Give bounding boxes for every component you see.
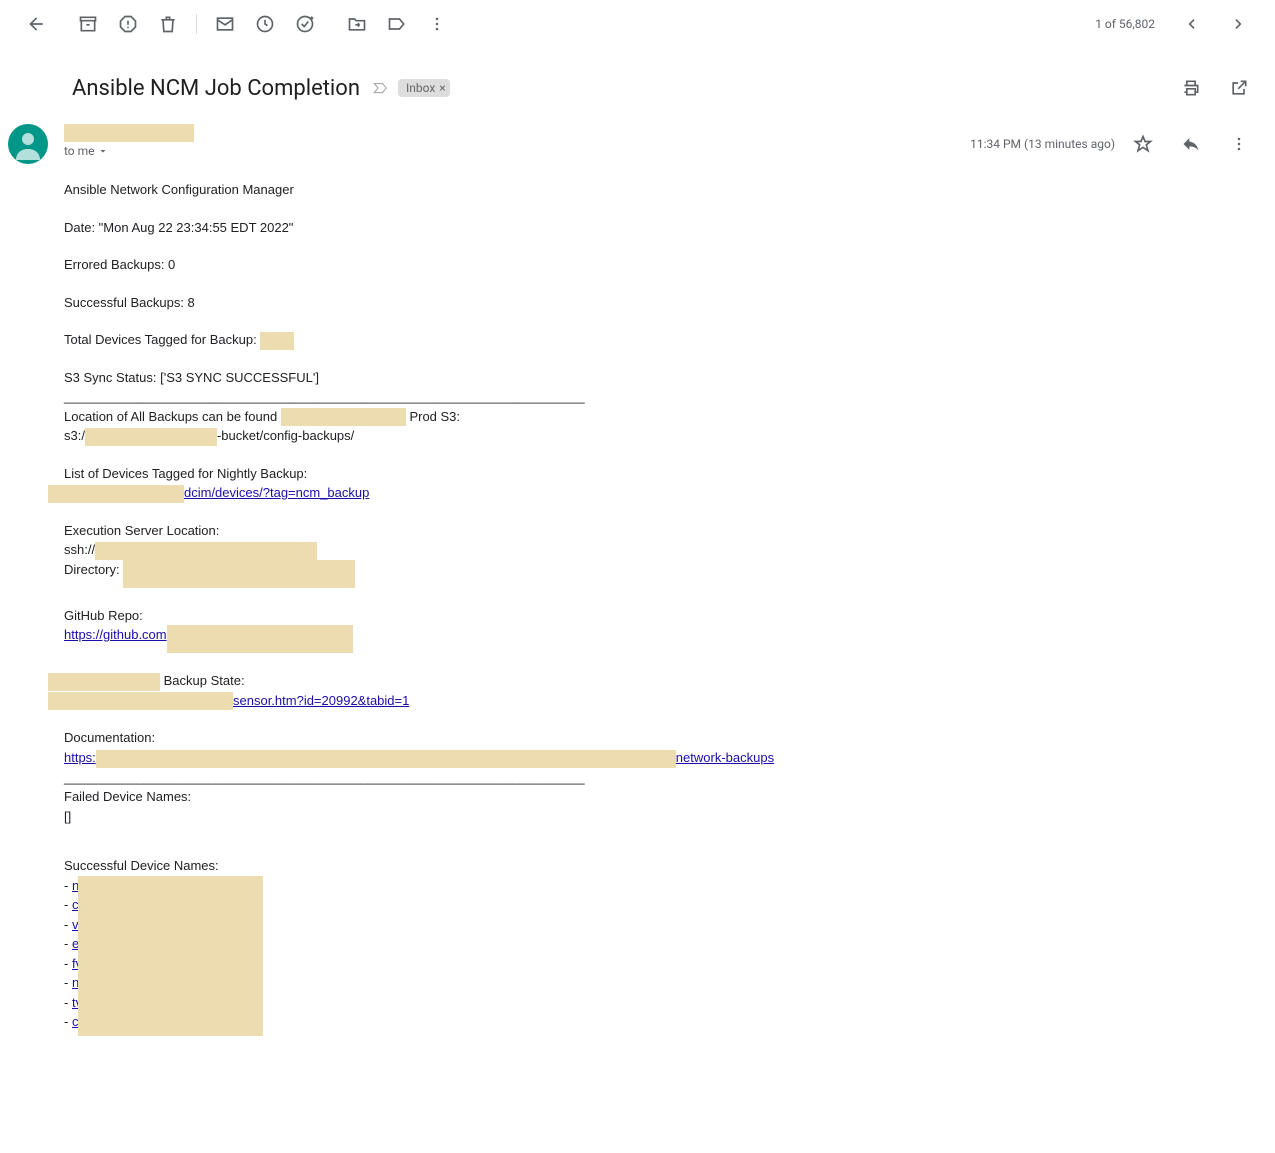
timestamp: 11:34 PM (13 minutes ago) [970,137,1115,151]
sensor-link[interactable]: sensor.htm?id=20992&tabid=1 [233,693,409,708]
inbox-label-chip[interactable]: Inbox × [398,79,450,97]
email-body: Ansible Network Configuration Manager Da… [0,172,900,1048]
recipient-line[interactable]: to me [64,144,970,158]
back-button[interactable] [16,4,56,44]
github-link[interactable]: https://github.com [64,627,167,642]
more-vert-icon [427,14,447,34]
email-toolbar: 1 of 56,802 [0,0,1275,48]
star-button[interactable] [1123,124,1163,164]
sender-header: to me 11:34 PM (13 minutes ago) [0,116,1275,172]
trash-icon [158,14,178,34]
folder-move-icon [347,14,367,34]
chevron-right-icon [1229,14,1249,34]
body-line: ssh:// [64,540,884,560]
body-line: Location of All Backups can be found Pro… [64,407,884,427]
redacted [48,485,184,503]
docs-link[interactable]: https: [64,750,96,765]
toolbar-divider [196,14,197,34]
body-line: Directory: [64,560,884,588]
redacted [95,542,317,560]
body-line: Failed Device Names: [64,787,884,807]
email-subject: Ansible NCM Job Completion [72,76,360,101]
redacted [123,560,355,588]
archive-button[interactable] [68,4,108,44]
delete-button[interactable] [148,4,188,44]
body-line: s3:/-bucket/config-backups/ [64,426,884,446]
snooze-button[interactable] [245,4,285,44]
body-line: Successful Backups: 8 [64,293,884,313]
body-line: https: network-backups [64,748,884,768]
body-line: GitHub Repo: [64,606,884,626]
person-icon [8,124,48,164]
remove-label-icon[interactable]: × [439,81,445,95]
subject-row: Ansible NCM Job Completion Inbox × [0,48,1275,116]
clock-icon [255,14,275,34]
subject-actions [1171,68,1259,108]
message-more-button[interactable] [1219,124,1259,164]
move-to-button[interactable] [337,4,377,44]
body-line: Date: "Mon Aug 22 23:34:55 EDT 2022" [64,218,884,238]
print-icon [1181,78,1201,98]
add-to-tasks-button[interactable] [285,4,325,44]
separator: ________________________________________… [64,768,884,788]
sender-name-redacted [64,124,194,142]
body-line: S3 Sync Status: ['S3 SYNC SUCCESSFUL'] [64,368,884,388]
older-button[interactable] [1171,4,1211,44]
body-line: https://github.com [64,625,884,653]
body-line: Backup State: [48,671,884,691]
body-line: Total Devices Tagged for Backup: [64,330,884,350]
star-icon [1133,134,1153,154]
body-line: dcim/devices/?tag=ncm_backup [48,483,884,503]
arrow-back-icon [26,14,46,34]
mark-unread-button[interactable] [205,4,245,44]
archive-icon [78,14,98,34]
redacted [96,750,676,768]
label-icon [387,14,407,34]
toolbar-left-group [16,4,457,44]
redacted [85,428,217,446]
redacted [167,625,353,653]
expand-details-icon [97,145,109,157]
message-counter: 1 of 56,802 [1095,17,1155,31]
docs-link-suffix[interactable]: network-backups [676,750,774,765]
print-button[interactable] [1171,68,1211,108]
sender-block: to me [64,124,970,158]
redacted [48,692,233,710]
open-new-window-button[interactable] [1219,68,1259,108]
redacted [48,673,160,691]
message-meta: 11:34 PM (13 minutes ago) [970,124,1259,164]
report-spam-icon [118,14,138,34]
report-spam-button[interactable] [108,4,148,44]
successful-devices-list: - n - c - v - e - fv - n - tv - c [64,876,884,1032]
label-text: Inbox [406,81,435,95]
chevron-left-icon [1181,14,1201,34]
mail-icon [215,14,235,34]
toolbar-right-group: 1 of 56,802 [1095,4,1259,44]
add-task-icon [295,14,315,34]
redacted [281,408,406,426]
more-button[interactable] [417,4,457,44]
sender-avatar[interactable] [8,124,48,164]
reply-icon [1181,134,1201,154]
more-vert-icon [1229,134,1249,154]
important-marker[interactable] [372,79,390,97]
body-line: List of Devices Tagged for Nightly Backu… [64,464,884,484]
reply-button[interactable] [1171,124,1211,164]
newer-button[interactable] [1219,4,1259,44]
body-line: sensor.htm?id=20992&tabid=1 [48,691,884,711]
open-in-new-icon [1229,78,1249,98]
devices-link[interactable]: dcim/devices/?tag=ncm_backup [184,485,369,500]
body-line: Documentation: [64,728,884,748]
to-text: to me [64,144,95,158]
important-icon [372,79,390,97]
body-line: [] [64,807,884,827]
labels-button[interactable] [377,4,417,44]
redacted [260,332,294,350]
body-line: Execution Server Location: [64,521,884,541]
body-line: Successful Device Names: [64,856,884,876]
redacted [78,876,263,1036]
separator: ________________________________________… [64,387,884,407]
body-line: Ansible Network Configuration Manager [64,180,884,200]
body-line: Errored Backups: 0 [64,255,884,275]
